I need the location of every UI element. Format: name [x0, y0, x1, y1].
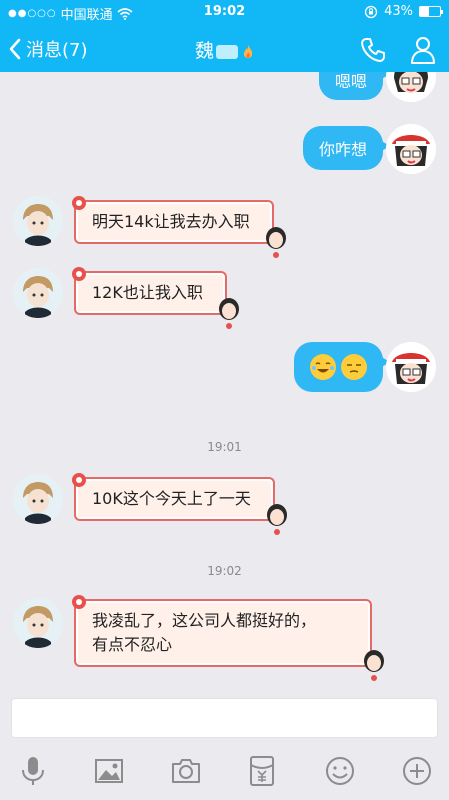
message-text: 明天14k让我去办入职 [92, 212, 250, 231]
my-avatar[interactable] [386, 124, 436, 174]
my-avatar[interactable] [386, 342, 436, 392]
message-text: 12K也让我入职 [92, 283, 203, 302]
flower-decoration-icon [72, 473, 86, 487]
battery-icon [419, 6, 443, 17]
message-timestamp: 19:01 [207, 440, 242, 454]
input-bar [0, 696, 449, 744]
chat-area[interactable]: 嗯嗯 你咋想 明天14k让我去办入职 12K也让我入职 19:01 10K这个今… [0, 72, 449, 696]
message-timestamp: 19:02 [207, 564, 242, 578]
microphone-icon[interactable] [16, 754, 50, 788]
flame-icon [243, 44, 253, 58]
my-avatar[interactable] [386, 72, 436, 102]
profile-icon[interactable] [409, 35, 437, 65]
camera-icon[interactable] [169, 754, 203, 788]
message-bubble-outgoing[interactable]: 嗯嗯 [318, 72, 391, 100]
phone-call-icon[interactable] [359, 36, 387, 64]
battery-percent: 43% [384, 4, 413, 19]
rotation-lock-icon [364, 5, 378, 18]
plus-icon[interactable] [400, 754, 434, 788]
message-bubble-incoming[interactable]: 明天14k让我去办入职 [72, 196, 286, 258]
message-text-line: 有点不忍心 [92, 635, 173, 654]
bubble-face-decoration-icon [266, 504, 287, 535]
top-bar: ●●○○○ 中国联通 19:02 43% 消息(7) 魏 [0, 0, 449, 72]
message-text-line: 我凌乱了，这公司人都挺好的， [92, 611, 317, 630]
flower-decoration-icon [72, 196, 86, 210]
message-bubble-incoming[interactable]: 10K这个今天上了一天 [72, 473, 287, 535]
status-bar: ●●○○○ 中国联通 19:02 43% [0, 0, 449, 24]
message-bubble-incoming[interactable]: 我凌乱了，这公司人都挺好的， 有点不忍心 [72, 595, 384, 681]
image-icon[interactable] [92, 754, 126, 788]
contact-avatar[interactable] [13, 474, 63, 524]
bottom-toolbar [0, 744, 449, 800]
message-bubble-outgoing[interactable] [293, 342, 391, 392]
emoji-icon[interactable] [323, 754, 357, 788]
contact-avatar[interactable] [13, 268, 63, 318]
bubble-face-decoration-icon [218, 298, 239, 329]
message-bubble-outgoing[interactable]: 你咋想 [302, 126, 391, 170]
unamused-emoji-icon [341, 354, 367, 380]
message-text: 嗯嗯 [334, 72, 367, 91]
flower-decoration-icon [72, 267, 86, 281]
flower-decoration-icon [72, 595, 86, 609]
chat-tag-icon [216, 44, 238, 59]
bubble-face-decoration-icon [364, 650, 384, 681]
message-text: 10K这个今天上了一天 [92, 489, 251, 508]
contact-avatar[interactable] [13, 598, 63, 648]
tears-of-joy-emoji-icon [309, 354, 336, 380]
contact-avatar[interactable] [13, 196, 63, 246]
bubble-face-decoration-icon [265, 227, 286, 258]
nav-bar: 消息(7) 魏 [0, 26, 449, 72]
message-input[interactable] [11, 698, 438, 738]
contact-name: 魏 [194, 40, 214, 62]
message-bubble-incoming[interactable]: 12K也让我入职 [72, 267, 239, 329]
message-text: 你咋想 [318, 140, 367, 159]
red-packet-icon[interactable] [245, 754, 279, 788]
